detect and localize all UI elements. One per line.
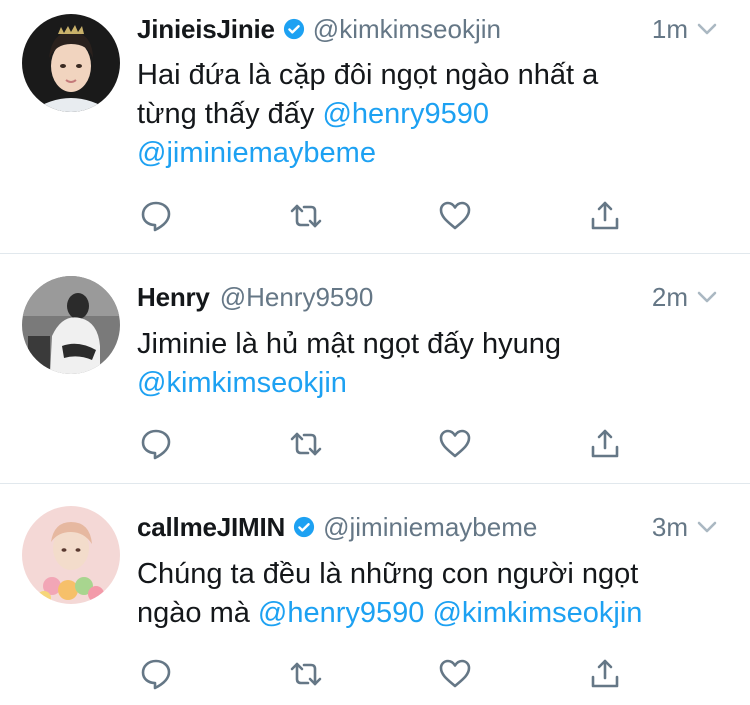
share-icon[interactable]	[585, 654, 625, 694]
like-icon[interactable]	[435, 196, 475, 236]
username-handle[interactable]: @kimkimseokjin	[313, 14, 501, 45]
mention-link[interactable]: @kimkimseokjin	[137, 367, 347, 399]
tweet-text: Chúng ta đều là những con người ngọt ngà…	[137, 555, 727, 633]
display-name[interactable]: callmeJIMIN	[137, 512, 285, 543]
verified-badge-icon	[283, 18, 305, 40]
tweet[interactable]: Henry @Henry9590 2m Jiminie là hủ mật ng…	[0, 254, 750, 484]
reply-icon[interactable]	[136, 424, 176, 464]
display-name[interactable]: Henry	[137, 282, 210, 313]
tweet-text: Jiminie là hủ mật ngọt đấy hyung @kimkim…	[137, 325, 727, 403]
timestamp[interactable]: 2m	[652, 282, 688, 313]
retweet-icon[interactable]	[286, 196, 326, 236]
tweet-text-line: Chúng ta đều là những con người ngọt	[137, 558, 639, 590]
like-icon[interactable]	[435, 424, 475, 464]
tweet[interactable]: callmeJIMIN @jiminiemaybeme 3m Chúng ta …	[0, 484, 750, 705]
tweet-actions	[0, 196, 750, 236]
share-icon[interactable]	[585, 196, 625, 236]
tweet-text-line: từng thấy đấy	[137, 98, 323, 130]
mention-link[interactable]: @kimkimseokjin	[432, 597, 642, 629]
tweet-time: 1m	[652, 11, 720, 47]
reply-icon[interactable]	[136, 654, 176, 694]
username-handle[interactable]: @jiminiemaybeme	[323, 512, 537, 543]
tweet-header: callmeJIMIN @jiminiemaybeme	[137, 509, 720, 545]
tweet-time: 2m	[652, 279, 720, 315]
tweet-header: JinieisJinie @kimkimseokjin	[137, 11, 720, 47]
retweet-icon[interactable]	[286, 424, 326, 464]
tweet-time: 3m	[652, 509, 720, 545]
tweet-text-line: Hai đứa là cặp đôi ngọt ngào nhất a	[137, 59, 599, 91]
verified-badge-icon	[293, 516, 315, 538]
tweet-actions	[0, 424, 750, 464]
share-icon[interactable]	[585, 424, 625, 464]
mention-link[interactable]: @henry9590	[258, 597, 425, 629]
mention-link[interactable]: @henry9590	[322, 98, 489, 130]
chevron-down-icon[interactable]	[694, 16, 720, 42]
display-name[interactable]: JinieisJinie	[137, 14, 275, 45]
avatar[interactable]	[22, 276, 120, 374]
mention-link[interactable]: @jiminiemaybeme	[137, 137, 376, 169]
tweet-header: Henry @Henry9590	[137, 279, 720, 315]
chevron-down-icon[interactable]	[694, 284, 720, 310]
timestamp[interactable]: 1m	[652, 14, 688, 45]
tweet-text: Hai đứa là cặp đôi ngọt ngào nhất a từng…	[137, 56, 727, 173]
reply-icon[interactable]	[136, 196, 176, 236]
avatar[interactable]	[22, 506, 120, 604]
like-icon[interactable]	[435, 654, 475, 694]
tweet[interactable]: JinieisJinie @kimkimseokjin 1m Hai đứa l…	[0, 0, 750, 254]
chevron-down-icon[interactable]	[694, 514, 720, 540]
retweet-icon[interactable]	[286, 654, 326, 694]
tweet-actions	[0, 654, 750, 694]
username-handle[interactable]: @Henry9590	[220, 282, 374, 313]
tweet-text-line: Jiminie là hủ mật ngọt đấy hyung	[137, 328, 561, 360]
timestamp[interactable]: 3m	[652, 512, 688, 543]
avatar[interactable]	[22, 14, 120, 112]
tweet-text-line: ngào mà	[137, 597, 258, 629]
